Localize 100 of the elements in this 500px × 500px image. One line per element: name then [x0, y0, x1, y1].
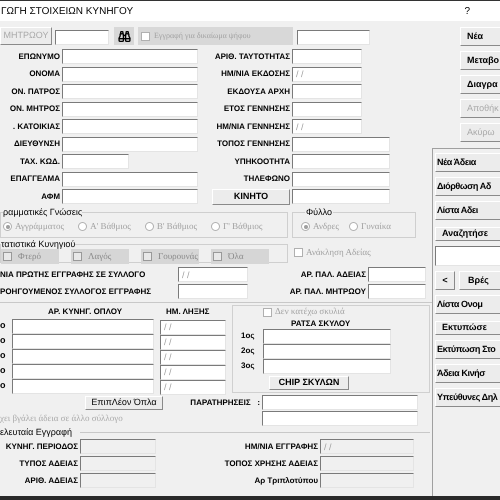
button[interactable]: CHIP ΣΚΥΛΩΝ: [269, 376, 349, 390]
text-field[interactable]: [262, 394, 418, 410]
button[interactable]: <: [435, 271, 455, 290]
button[interactable]: Νέα: [460, 27, 500, 46]
field-label: ΟΝ. ΠΑΤΡΟΣ: [10, 86, 61, 98]
field-label: ΕΠΩΝΥΜΟ: [17, 50, 61, 63]
text-field[interactable]: [320, 456, 414, 471]
field-label: ΑΡ. ΠΑΛ. ΜΗΤΡΩΟΥ: [288, 286, 367, 298]
search-button[interactable]: [114, 27, 134, 45]
field-label: ΚΥΝΗΓ. ΠΕΡΙΟΔΟΣ: [4, 440, 79, 452]
text-field[interactable]: [62, 136, 198, 152]
field-label: ΕΚΔΟΥΣΑ ΑΡΧΗ: [226, 86, 291, 98]
group-title: ελευταία Εγγραφή: [0, 426, 72, 439]
field-label: ΕΤΟΣ ΓΕΝΝΗΣΗΣ: [222, 103, 291, 116]
field-label: ΠΑΡΑΤΗΡΗΣΕΙΣ :: [190, 396, 260, 408]
field-label: ΤΟΠΟΣ ΧΡΗΣΗΣ ΑΔΕΙΑΣ: [224, 458, 319, 470]
button[interactable]: Άδεια Κινήσ: [435, 364, 500, 383]
button[interactable]: Διόρθωση Αδ: [435, 177, 500, 196]
text-field[interactable]: [12, 318, 154, 334]
field-label: Αρ Τριπλοτύπου: [253, 474, 319, 486]
text-field[interactable]: [62, 102, 198, 117]
binoculars-icon: [118, 30, 130, 42]
text-field[interactable]: [62, 66, 198, 82]
field-label: ΟΝ. ΜΗΤΡΟΣ: [8, 103, 61, 116]
field-label: ο: [0, 379, 6, 392]
text-field[interactable]: [12, 378, 154, 394]
note-text: χει βγάλει άδεια σε άλλο σύλλογο: [0, 412, 123, 425]
text-field[interactable]: [62, 154, 129, 170]
checkbox-label: Εγγραφή για δικαίωμα ψήφου: [154, 30, 251, 42]
radio-label: Αγγράμματος: [15, 220, 64, 233]
field-label: ΡΑΤΣΑ ΣΚΥΛΟΥ: [291, 318, 352, 328]
field-label: ΝΙΑ ΠΡΩΤΗΣ ΕΓΓΡΑΦΗΣ ΣΕ ΣΥΛΛΟΓΟ: [0, 268, 146, 280]
text-field[interactable]: [368, 284, 426, 299]
field-label: ΔΙΕΥΘΥΝΣΗ: [12, 138, 61, 150]
field-label: ΤΗΛΕΦΩΝΟ: [242, 173, 291, 186]
text-field[interactable]: [292, 136, 390, 152]
button[interactable]: Λίστα Ονομ: [435, 295, 500, 314]
help-button[interactable]: ?: [464, 4, 470, 18]
field-label: 3ος: [240, 360, 256, 372]
field-label: ΑΦΜ: [40, 190, 61, 203]
field-label: ΗΜ/ΝΙΑ ΓΕΝΝΗΣΗΣ: [215, 120, 291, 133]
text-field[interactable]: [320, 473, 414, 488]
text-field[interactable]: [80, 456, 156, 471]
text-field[interactable]: [263, 344, 391, 358]
button[interactable]: Αναζητήσε: [435, 227, 500, 241]
text-field[interactable]: [435, 246, 500, 266]
button[interactable]: Μεταβο: [460, 51, 500, 70]
text-field[interactable]: [263, 358, 391, 374]
button[interactable]: ΕπιπΛέον Όπλα: [85, 396, 163, 410]
field-label: ΤΥΠΟΣ ΑΔΕΙΑΣ: [18, 458, 79, 470]
button[interactable]: ΚΙΝΗΤΟ: [212, 188, 290, 205]
text-field[interactable]: [292, 102, 362, 117]
button[interactable]: Βρές: [459, 271, 500, 290]
button[interactable]: Υπεύθυνες Δηλ: [435, 388, 500, 407]
radio-label: Ανδρες: [313, 220, 339, 233]
field-label: ΟΝΟΜΑ: [28, 68, 61, 80]
field-label: ΗΜ/ΝΙΑ ΕΚΔΟΣΗΣ: [220, 68, 291, 80]
field-label: ΑΡ. ΚΥΝΗΓ. ΟΠΛΟΥ: [48, 306, 124, 318]
button[interactable]: Διαγρα: [460, 75, 500, 94]
text-field[interactable]: [12, 348, 154, 364]
field-label: ΗΜ/ΝΙΑ ΕΓΓΡΑΦΗΣ: [244, 440, 319, 452]
text-field[interactable]: [12, 334, 154, 348]
text-field[interactable]: [62, 189, 198, 204]
checkbox-label: Δεν κατέχω σκυλιά: [275, 305, 345, 318]
text-field[interactable]: [292, 154, 390, 170]
field-label: ο: [0, 349, 6, 362]
text-field[interactable]: [62, 84, 198, 100]
text-field[interactable]: [80, 439, 156, 454]
text-field[interactable]: [297, 30, 370, 44]
button[interactable]: Λίστα Αδει: [435, 201, 500, 220]
text-field[interactable]: [62, 119, 198, 134]
field-label: ΥΠΗΚΟΟΤΗΤΑ: [234, 156, 291, 168]
checkbox-label: Ανάκληση Αδείας: [306, 246, 371, 259]
text-field[interactable]: [62, 172, 198, 187]
radio-label: Γ' Βάθμιος: [223, 220, 262, 233]
field-label: ο: [0, 364, 6, 378]
button[interactable]: Εκτυπώσε: [435, 321, 500, 335]
field-label: ΑΡ. ΠΑΛ. ΑΔΕΙΑΣ: [300, 268, 367, 280]
text-field[interactable]: [368, 267, 426, 282]
text-field[interactable]: [55, 30, 109, 44]
field-label: ΤΟΠΟΣ ΓΕΝΝΗΣΗΣ: [216, 138, 291, 150]
text-field[interactable]: [178, 284, 248, 299]
text-field[interactable]: [263, 328, 391, 344]
radio-label: Γυναίκα: [360, 220, 392, 233]
field-label: ο: [0, 319, 6, 332]
group-title: Φύλλο: [305, 206, 333, 218]
field-label: . ΚΑΤΟΙΚΙΑΣ: [12, 120, 61, 133]
text-field[interactable]: [262, 410, 418, 426]
text-field[interactable]: [62, 49, 198, 64]
field-label: ΡΟΗΓΟΥΜΕΝΟΣ ΣΥΛΛΟΓΟΣ ΕΓΓΡΑΦΗΣ: [0, 286, 152, 298]
field-label: ΑΡΙΘ. ΑΔΕΙΑΣ: [24, 474, 79, 486]
text-field[interactable]: [292, 172, 390, 187]
text-field[interactable]: [292, 84, 362, 100]
text-field[interactable]: [292, 49, 362, 64]
button[interactable]: Εκτύπωση Στο: [435, 340, 500, 359]
text-field[interactable]: [12, 364, 154, 378]
text-field[interactable]: [80, 473, 156, 488]
button[interactable]: Νέα Άδεια: [435, 153, 500, 172]
radio-label: Β' Βάθμιος: [156, 220, 198, 233]
text-field[interactable]: [292, 189, 390, 204]
